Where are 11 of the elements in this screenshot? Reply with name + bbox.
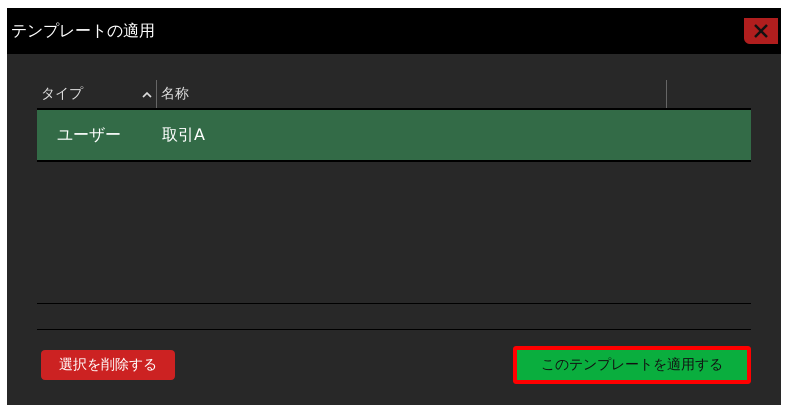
window-title: テンプレートの適用 — [11, 20, 155, 42]
table-cell-text: 取引A — [162, 124, 205, 146]
close-button[interactable] — [744, 18, 778, 44]
column-header[interactable]: タイプ — [37, 80, 157, 108]
table-cell-text: ユーザー — [56, 124, 122, 146]
apply-template-button[interactable]: このテンプレートを適用する — [517, 350, 747, 380]
delete-selection-button[interactable]: 選択を削除する — [41, 350, 175, 380]
table-row[interactable]: ユーザー 取引A — [37, 110, 751, 162]
close-icon — [753, 23, 769, 39]
column-header[interactable]: 名称 — [157, 80, 667, 108]
sort-ascending-icon — [142, 90, 152, 98]
